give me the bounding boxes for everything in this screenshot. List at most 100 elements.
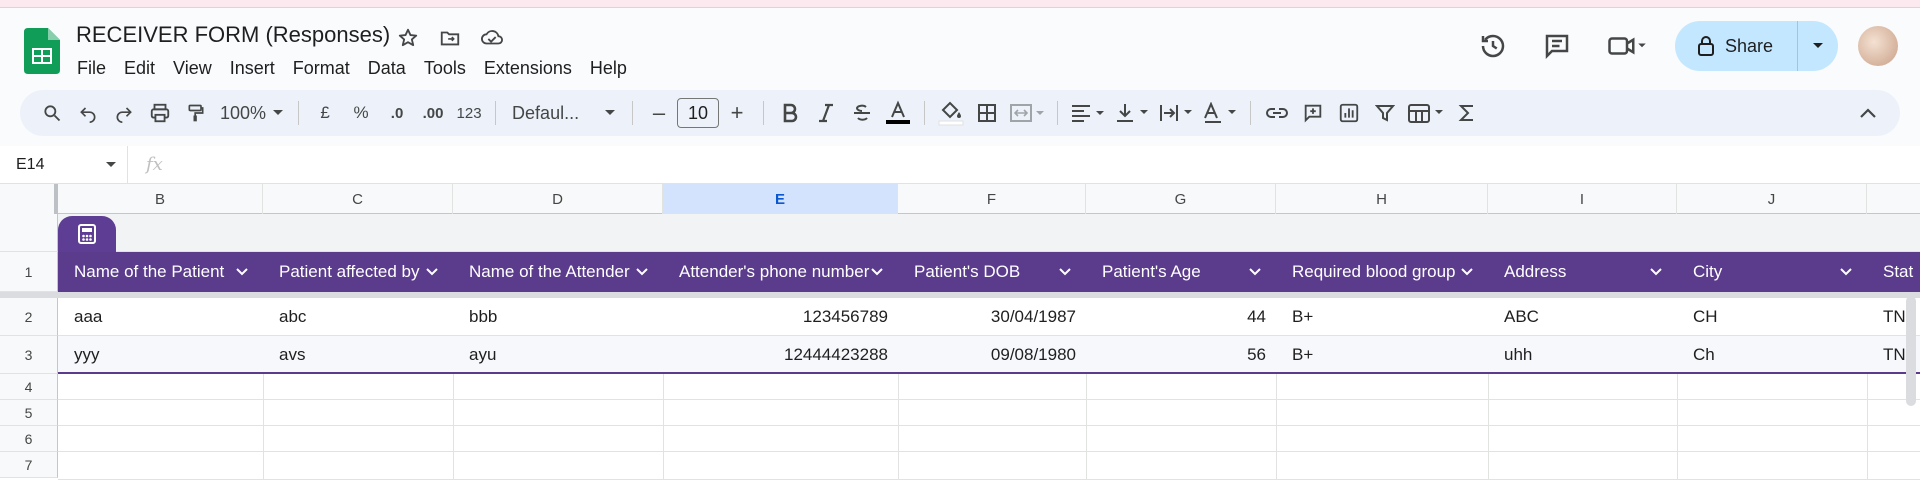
version-history-icon[interactable] — [1471, 24, 1515, 68]
table-header-cell[interactable]: Stat — [1867, 252, 1920, 292]
decrease-decimal-button[interactable]: .0 — [379, 95, 415, 131]
sheets-logo-icon[interactable] — [24, 28, 60, 74]
table-header-cell[interactable]: Name of the Patient — [58, 252, 263, 292]
undo-icon[interactable] — [70, 95, 106, 131]
table-cell[interactable]: 56 — [1086, 336, 1276, 374]
table-cell[interactable]: B+ — [1276, 336, 1488, 374]
column-header-h[interactable]: H — [1276, 184, 1488, 214]
increase-font-size-button[interactable]: + — [719, 95, 755, 131]
table-header-cell[interactable]: Address — [1488, 252, 1677, 292]
column-header-b[interactable]: B — [58, 184, 263, 214]
currency-format-button[interactable]: £ — [307, 95, 343, 131]
filter-icon[interactable] — [1367, 95, 1403, 131]
redo-icon[interactable] — [106, 95, 142, 131]
document-title[interactable]: RECEIVER FORM (Responses) — [76, 22, 390, 48]
column-header-f[interactable]: F — [898, 184, 1086, 214]
decrease-font-size-button[interactable]: – — [641, 95, 677, 131]
table-header-cell[interactable]: Patient affected by — [263, 252, 453, 292]
menu-file[interactable]: File — [68, 54, 115, 83]
menu-help[interactable]: Help — [581, 54, 636, 83]
table-header-cell[interactable]: Patient's DOB — [898, 252, 1086, 292]
table-cell[interactable]: ABC — [1488, 298, 1677, 336]
table-cell[interactable]: abc — [263, 298, 453, 336]
menu-extensions[interactable]: Extensions — [475, 54, 581, 83]
collapse-menus-icon[interactable] — [1850, 95, 1886, 131]
insert-link-icon[interactable] — [1259, 95, 1295, 131]
name-box[interactable]: E14 — [0, 145, 128, 184]
table-cell[interactable]: bbb — [453, 298, 663, 336]
column-header-g[interactable]: G — [1086, 184, 1276, 214]
horizontal-align-icon[interactable] — [1066, 95, 1110, 131]
meet-camera-icon[interactable] — [1599, 24, 1655, 68]
italic-icon[interactable] — [808, 95, 844, 131]
comments-icon[interactable] — [1535, 24, 1579, 68]
cloud-saved-icon[interactable] — [478, 24, 506, 52]
table-header-cell[interactable]: City — [1677, 252, 1867, 292]
table-calculator-icon[interactable] — [58, 216, 116, 252]
row-header-1[interactable]: 1 — [0, 252, 58, 292]
merge-cells-icon[interactable] — [1005, 95, 1049, 131]
increase-decimal-button[interactable]: .00 — [415, 95, 451, 131]
font-select[interactable]: Defaul... — [504, 95, 624, 131]
vertical-scrollbar[interactable] — [1906, 296, 1916, 406]
column-header-d[interactable]: D — [453, 184, 663, 214]
insert-chart-icon[interactable] — [1331, 95, 1367, 131]
column-header-i[interactable]: I — [1488, 184, 1677, 214]
functions-icon[interactable] — [1449, 95, 1485, 131]
table-header-cell[interactable]: Required blood group — [1276, 252, 1488, 292]
menu-data[interactable]: Data — [359, 54, 415, 83]
more-formats-button[interactable]: 123 — [451, 95, 487, 131]
menu-insert[interactable]: Insert — [221, 54, 284, 83]
table-cell[interactable]: avs — [263, 336, 453, 374]
row-header-7[interactable]: 7 — [0, 452, 58, 478]
formula-input[interactable] — [177, 146, 1920, 184]
table-cell[interactable]: ayu — [453, 336, 663, 374]
text-color-icon[interactable] — [880, 95, 916, 131]
menu-tools[interactable]: Tools — [415, 54, 475, 83]
text-wrapping-icon[interactable] — [1154, 95, 1198, 131]
table-cell[interactable]: uhh — [1488, 336, 1677, 374]
column-header-c[interactable]: C — [263, 184, 453, 214]
insert-comment-icon[interactable] — [1295, 95, 1331, 131]
table-cell[interactable]: yyy — [58, 336, 263, 374]
empty-row[interactable] — [58, 452, 1920, 480]
fill-color-icon[interactable] — [933, 95, 969, 131]
borders-icon[interactable] — [969, 95, 1005, 131]
empty-row[interactable] — [58, 400, 1920, 426]
table-cell[interactable]: 123456789 — [663, 298, 898, 336]
row-header-2[interactable]: 2 — [0, 298, 58, 336]
table-cell[interactable]: 44 — [1086, 298, 1276, 336]
table-cell[interactable]: CH — [1677, 298, 1867, 336]
share-button[interactable]: Share — [1674, 21, 1838, 71]
table-cell[interactable]: 09/08/1980 — [898, 336, 1086, 374]
search-icon[interactable] — [34, 95, 70, 131]
table-cell[interactable]: aaa — [58, 298, 263, 336]
avatar[interactable] — [1858, 26, 1898, 66]
row-header-3[interactable]: 3 — [0, 336, 58, 374]
print-icon[interactable] — [142, 95, 178, 131]
row-header-4[interactable]: 4 — [0, 374, 58, 400]
menu-format[interactable]: Format — [284, 54, 359, 83]
font-size-input[interactable]: 10 — [677, 98, 720, 128]
table-header-cell[interactable]: Name of the Attender — [453, 252, 663, 292]
vertical-align-icon[interactable] — [1110, 95, 1154, 131]
bold-icon[interactable] — [772, 95, 808, 131]
table-cell[interactable]: Ch — [1677, 336, 1867, 374]
empty-row[interactable] — [58, 374, 1920, 400]
row-header-5[interactable]: 5 — [0, 400, 58, 426]
percent-format-button[interactable]: % — [343, 95, 379, 131]
select-all-corner[interactable] — [0, 184, 58, 214]
filter-views-icon[interactable] — [1403, 95, 1449, 131]
paint-format-icon[interactable] — [178, 95, 214, 131]
table-cell[interactable]: B+ — [1276, 298, 1488, 336]
text-rotation-icon[interactable] — [1198, 95, 1242, 131]
table-header-cell[interactable]: Patient's Age — [1086, 252, 1276, 292]
table-cell[interactable]: 30/04/1987 — [898, 298, 1086, 336]
row-header-6[interactable]: 6 — [0, 426, 58, 452]
share-dropdown-icon[interactable] — [1798, 21, 1838, 71]
menu-edit[interactable]: Edit — [115, 54, 164, 83]
table-cell[interactable]: 12444423288 — [663, 336, 898, 374]
zoom-select[interactable]: 100% — [214, 95, 290, 131]
menu-view[interactable]: View — [164, 54, 221, 83]
table-header-cell[interactable]: Attender's phone number — [663, 252, 898, 292]
